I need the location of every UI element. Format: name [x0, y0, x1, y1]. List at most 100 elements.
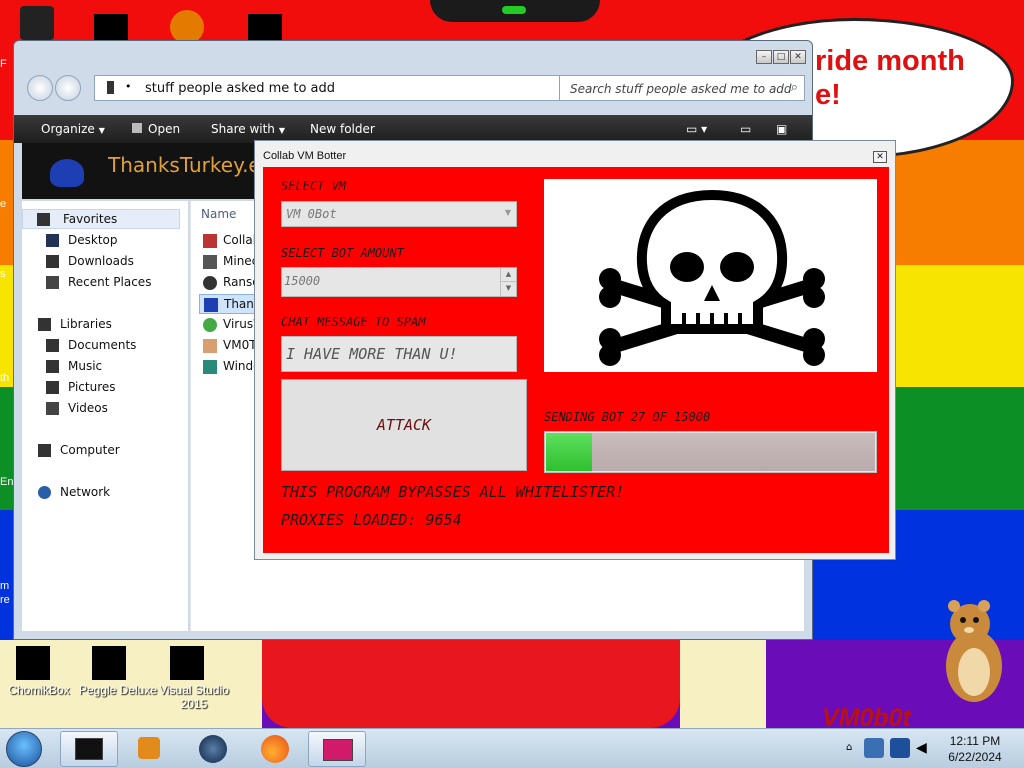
preview-pane: ThanksTurkey.exe: [22, 143, 268, 199]
desktop-edge-text: re: [0, 594, 10, 606]
music-icon: [46, 360, 59, 373]
search-input[interactable]: Search stuff people asked me to add ⌕: [559, 75, 805, 101]
explorer-titlebar[interactable]: – □ ✕: [14, 41, 812, 71]
taskbar-browser-button[interactable]: [184, 731, 242, 767]
taskbar-terminal-button[interactable]: [60, 731, 118, 767]
address-bar[interactable]: • stuff people asked me to add ▼ ⇆: [94, 75, 628, 101]
clock[interactable]: 12:11 PM 6/22/2024: [940, 733, 1010, 765]
preview-pane-icon[interactable]: ▭: [740, 122, 751, 136]
desktop-edge-text: En: [0, 476, 14, 488]
botter-body: SELECT VM VM 0Bot ▼ SELECT BOT AMOUNT 15…: [263, 167, 889, 553]
bypass-text: THIS PROGRAM BYPASSES ALL WHITELISTER!: [281, 483, 625, 501]
back-button[interactable]: [27, 75, 53, 101]
desktop-folder-icon: [46, 234, 59, 247]
volume-icon[interactable]: ◀: [916, 740, 927, 756]
windows-file-icon: [203, 360, 217, 374]
column-header-name[interactable]: Name: [201, 207, 236, 221]
taskbar-firefox-button[interactable]: [246, 731, 304, 767]
system-tray: ⌂ ◀: [840, 732, 938, 766]
share-with-button[interactable]: Share with ▼: [211, 122, 285, 136]
attack-button[interactable]: ATTACK: [281, 379, 527, 471]
explorer-toolbar: Organize ▼ Open Share with ▼ New folder ▭ …: [14, 115, 812, 143]
stepper-down-icon[interactable]: ▼: [501, 282, 516, 296]
chomikbox-label[interactable]: ChomikBox: [0, 683, 78, 697]
star-icon: [37, 213, 50, 226]
network-tray-icon[interactable]: [890, 738, 910, 758]
media-player-icon: [138, 737, 160, 759]
search-placeholder: Search stuff people asked me to add: [570, 82, 792, 96]
sending-progress-bar: [544, 431, 877, 473]
speech-bubble-text: ride month e!: [815, 45, 965, 111]
tray-app-icon[interactable]: [864, 738, 884, 758]
chomikbox-icon[interactable]: [16, 646, 50, 680]
folder-icon: [107, 81, 114, 94]
proxies-loaded-text: PROXIES LOADED: 9654: [281, 511, 462, 529]
stepper-up-icon[interactable]: ▲: [501, 268, 516, 282]
help-icon[interactable]: ▣: [776, 122, 787, 136]
breadcrumb-separator-icon: •: [125, 80, 132, 93]
desktop-icon-top-3[interactable]: [170, 10, 204, 44]
globe-icon: [199, 735, 227, 763]
clock-date: 6/22/2024: [948, 750, 1002, 764]
vm-file-icon: [203, 339, 217, 353]
navigation-pane: Favorites Desktop Downloads Recent Place…: [22, 201, 188, 631]
collab-file-icon: [203, 234, 217, 248]
botter-title: Collab VM Botter: [263, 150, 347, 162]
downloads-icon: [46, 255, 59, 268]
taskbar-image-viewer-button[interactable]: [308, 731, 366, 767]
peggle-deluxe-icon[interactable]: [92, 646, 126, 680]
desktop-edge-text: F: [0, 58, 7, 70]
thanksturkey-file-icon: [204, 298, 218, 312]
taskbar-media-player-button[interactable]: [122, 731, 180, 767]
sending-status-label: SENDING BOT 27 OF 15000: [544, 410, 711, 424]
start-button[interactable]: [6, 731, 42, 767]
open-button[interactable]: Open: [132, 122, 180, 136]
new-folder-button[interactable]: New folder: [310, 122, 375, 136]
select-vm-dropdown[interactable]: VM 0Bot ▼: [281, 201, 517, 227]
visual-studio-label[interactable]: Visual Studio 2015: [154, 683, 234, 711]
documents-icon: [46, 339, 59, 352]
select-vm-label: SELECT VM: [281, 179, 347, 193]
progress-fill: [546, 433, 593, 471]
minimize-icon[interactable]: –: [756, 50, 772, 64]
search-icon[interactable]: ⌕: [791, 80, 798, 95]
wallpaper-top-shape: [430, 0, 600, 22]
botter-window: Collab VM Botter ✕ SELECT VM VM 0Bot ▼ S…: [254, 140, 896, 560]
nav-favorites[interactable]: Favorites: [22, 209, 180, 229]
desktop-edge-text: th: [0, 372, 10, 384]
peggle-deluxe-label[interactable]: Peggle Deluxe: [76, 683, 160, 697]
ransom-file-icon: [203, 276, 217, 290]
tray-expand-icon[interactable]: ⌂: [846, 742, 852, 753]
terminal-icon: [75, 738, 103, 760]
address-row: • stuff people asked me to add ▼ ⇆ Searc…: [14, 71, 812, 107]
libraries-icon: [38, 318, 51, 331]
view-options-icon[interactable]: ▭ ▾: [686, 122, 707, 136]
chat-message-input[interactable]: I HAVE MORE THAN U!: [281, 336, 517, 372]
organize-button[interactable]: Organize ▼: [41, 122, 105, 136]
clock-time: 12:11 PM: [949, 734, 1001, 748]
hamster-icon: [946, 600, 1002, 702]
forward-button[interactable]: [55, 75, 81, 101]
wallpaper-cream-right: [680, 640, 766, 728]
address-path: stuff people asked me to add: [145, 81, 336, 96]
bot-amount-stepper[interactable]: 15000 ▲ ▼: [281, 267, 517, 297]
desktop-edge-text: s: [0, 268, 6, 280]
firefox-icon: [261, 735, 289, 763]
chevron-down-icon: ▼: [504, 208, 511, 217]
close-icon[interactable]: ✕: [790, 50, 806, 64]
network-icon: [38, 486, 51, 499]
minecraft-file-icon: [203, 255, 217, 269]
vm-watermark: VM0b0t: [822, 704, 911, 728]
chat-message-label: CHAT MESSAGE TO SPAM: [281, 315, 426, 329]
recent-places-icon: [46, 276, 59, 289]
taskbar: ⌂ ◀ 12:11 PM 6/22/2024: [0, 728, 1024, 768]
skull-image: [544, 179, 877, 372]
close-icon[interactable]: ✕: [873, 151, 887, 163]
visual-studio-icon[interactable]: [170, 646, 204, 680]
maximize-icon[interactable]: □: [773, 50, 789, 64]
wallpaper-red-shape: [262, 640, 680, 728]
turkey-icon: [50, 159, 84, 187]
desktop-icon-top-1[interactable]: [20, 6, 54, 40]
pictures-icon: [46, 381, 59, 394]
videos-icon: [46, 402, 59, 415]
